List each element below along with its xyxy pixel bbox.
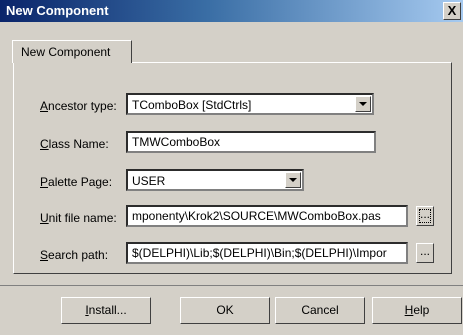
ancestor-type-select[interactable]: TComboBox [StdCtrls]	[126, 93, 374, 115]
ancestor-type-label: Ancestor type:	[40, 99, 117, 113]
search-path-browse-button[interactable]: ...	[416, 243, 434, 263]
palette-page-label: Palette Page:	[40, 175, 113, 189]
install-button[interactable]: Install...	[61, 297, 151, 324]
help-button[interactable]: Help	[372, 297, 462, 324]
new-component-dialog: New Component X New Component Ancestor t…	[0, 0, 463, 335]
unit-file-browse-button[interactable]: ...	[416, 206, 434, 226]
palette-page-select[interactable]: USER	[126, 169, 304, 191]
class-name-field[interactable]	[126, 131, 376, 153]
unit-file-name-field[interactable]	[126, 205, 408, 227]
tab-new-component[interactable]: New Component	[12, 40, 132, 63]
ok-button[interactable]: OK	[180, 297, 270, 324]
separator	[0, 285, 463, 286]
cancel-button[interactable]: Cancel	[275, 297, 365, 324]
class-name-label: Class Name:	[40, 137, 109, 151]
unit-file-name-label: Unit file name:	[40, 211, 117, 225]
tab-label: New Component	[21, 45, 111, 59]
close-button[interactable]: X	[443, 2, 461, 20]
palette-page-value: USER	[132, 174, 166, 188]
palette-page-dropdown-button[interactable]	[285, 172, 301, 188]
title-bar: New Component X	[0, 0, 463, 22]
search-path-field[interactable]	[126, 242, 408, 264]
search-path-label: Search path:	[40, 248, 109, 262]
ancestor-type-dropdown-button[interactable]	[355, 96, 371, 112]
ancestor-type-value: TComboBox [StdCtrls]	[132, 98, 252, 112]
window-title: New Component	[6, 3, 109, 18]
